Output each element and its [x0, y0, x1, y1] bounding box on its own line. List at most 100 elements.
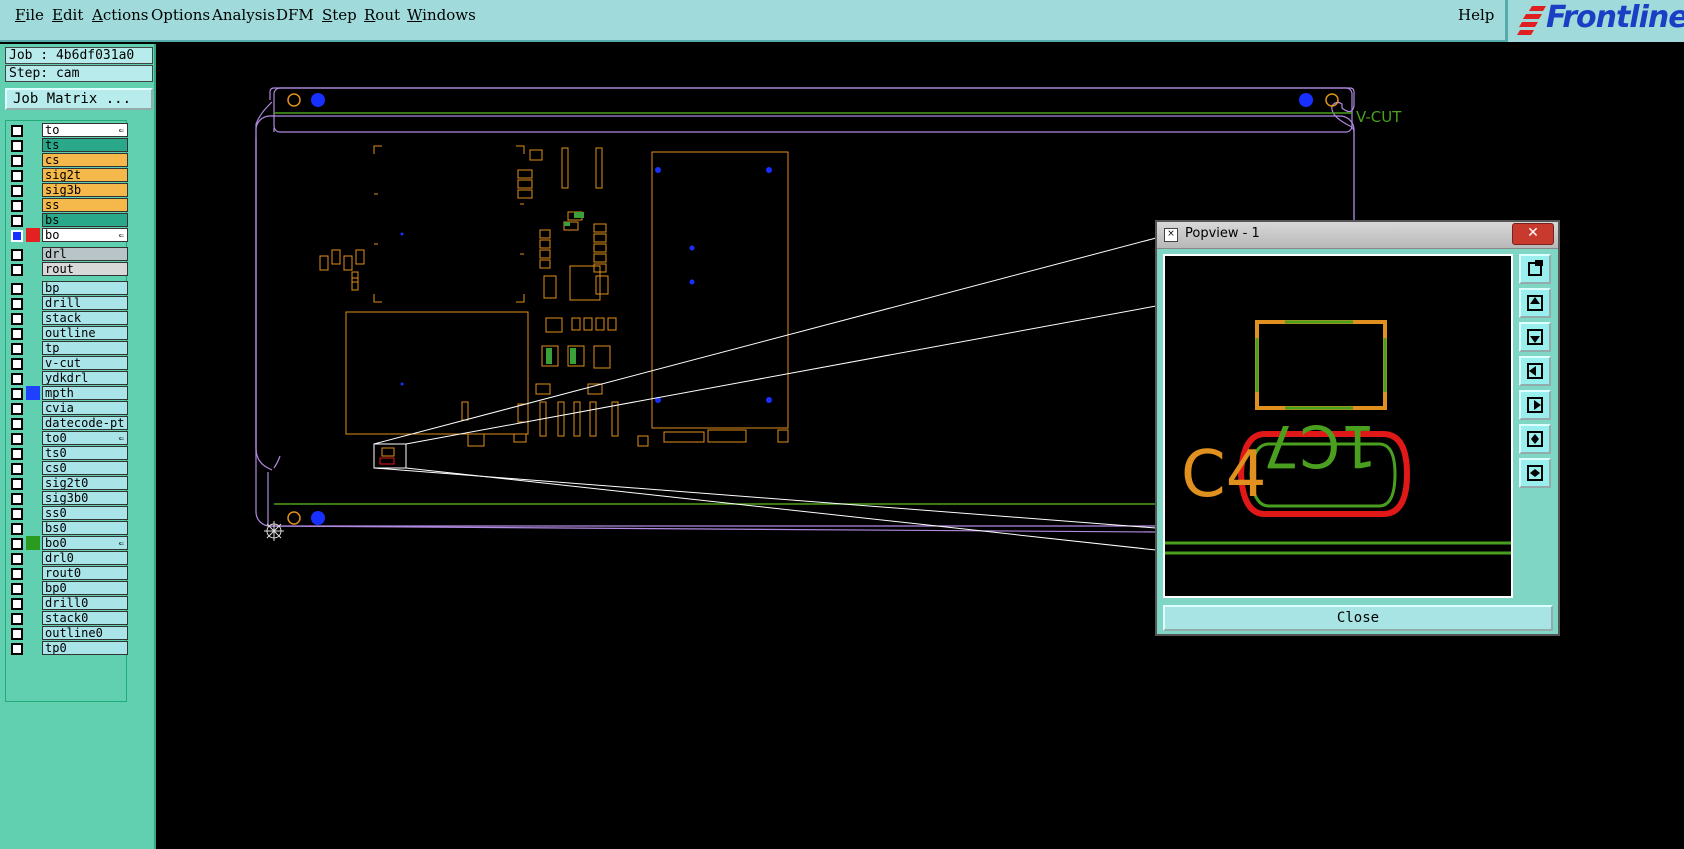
layer-name[interactable]: stack0 [42, 611, 128, 625]
layer-checkbox[interactable] [11, 448, 23, 460]
layer-name[interactable]: drl [42, 247, 128, 261]
pan-left-icon[interactable] [1519, 356, 1551, 386]
layer-checkbox[interactable] [11, 568, 23, 580]
layer-name[interactable]: to ⇐ [42, 123, 128, 137]
menu-analysis[interactable]: Analysis [212, 6, 275, 24]
layer-name[interactable]: drill [42, 296, 128, 310]
layer-row[interactable]: tp [6, 341, 128, 356]
layer-name[interactable]: sig3b0 [42, 491, 128, 505]
layer-row[interactable]: ydkdrl [6, 371, 128, 386]
layer-checkbox[interactable] [11, 403, 23, 415]
layer-color-swatch[interactable] [26, 581, 40, 595]
layer-row[interactable]: sig3b [6, 183, 128, 198]
layer-color-swatch[interactable] [26, 626, 40, 640]
layer-color-swatch[interactable] [26, 596, 40, 610]
close-button[interactable]: Close [1163, 605, 1553, 631]
layer-checkbox[interactable] [11, 613, 23, 625]
layer-checkbox[interactable] [11, 264, 23, 276]
layer-checkbox[interactable] [11, 170, 23, 182]
layer-color-swatch[interactable] [26, 228, 40, 242]
layer-color-swatch[interactable] [26, 296, 40, 310]
layer-checkbox[interactable] [11, 538, 23, 550]
layer-row[interactable]: outline0 [6, 626, 128, 641]
layer-name[interactable]: sig2t0 [42, 476, 128, 490]
layer-row[interactable]: stack0 [6, 611, 128, 626]
layer-name[interactable]: sig2t [42, 168, 128, 182]
layer-color-swatch[interactable] [26, 491, 40, 505]
layer-color-swatch[interactable] [26, 326, 40, 340]
layer-name[interactable]: to0 ⇐ [42, 431, 128, 445]
menu-file[interactable]: File [15, 6, 44, 24]
layer-name[interactable]: tp [42, 341, 128, 355]
layer-checkbox[interactable] [11, 493, 23, 505]
layer-row[interactable]: sig2t0 [6, 476, 128, 491]
layer-row[interactable]: outline [6, 326, 128, 341]
layer-row[interactable]: datecode-pt [6, 416, 128, 431]
layer-color-swatch[interactable] [26, 521, 40, 535]
layer-checkbox[interactable] [11, 598, 23, 610]
zoom-fit-icon[interactable] [1519, 254, 1551, 284]
layer-row[interactable]: bs [6, 213, 128, 228]
layer-row[interactable]: bo ⇐ [6, 228, 128, 243]
layer-checkbox[interactable] [11, 433, 23, 445]
layer-row[interactable]: v-cut [6, 356, 128, 371]
layer-row[interactable]: rout0 [6, 566, 128, 581]
layer-checkbox[interactable] [11, 643, 23, 655]
layer-name[interactable]: bo0 ⇐ [42, 536, 128, 550]
layer-checkbox[interactable] [11, 583, 23, 595]
layer-color-swatch[interactable] [26, 611, 40, 625]
layer-name[interactable]: rout0 [42, 566, 128, 580]
layer-row[interactable]: ss [6, 198, 128, 213]
layer-color-swatch[interactable] [26, 138, 40, 152]
layer-name[interactable]: outline [42, 326, 128, 340]
layer-row[interactable]: bp [6, 281, 128, 296]
layer-name[interactable]: rout [42, 262, 128, 276]
layer-row[interactable]: stack [6, 311, 128, 326]
layer-row[interactable]: bs0 [6, 521, 128, 536]
layer-checkbox[interactable] [11, 230, 23, 242]
menu-windows[interactable]: Windows [407, 6, 476, 24]
layer-name[interactable]: ts [42, 138, 128, 152]
layer-checkbox[interactable] [11, 553, 23, 565]
layer-color-swatch[interactable] [26, 356, 40, 370]
layer-color-swatch[interactable] [26, 476, 40, 490]
layer-color-swatch[interactable] [26, 198, 40, 212]
layer-row[interactable]: drl [6, 247, 128, 262]
layer-checkbox[interactable] [11, 125, 23, 137]
layer-name[interactable]: outline0 [42, 626, 128, 640]
pan-up-icon[interactable] [1519, 288, 1551, 318]
layer-color-swatch[interactable] [26, 431, 40, 445]
layer-color-swatch[interactable] [26, 341, 40, 355]
layer-color-swatch[interactable] [26, 281, 40, 295]
layer-name[interactable]: bp [42, 281, 128, 295]
layer-checkbox[interactable] [11, 388, 23, 400]
menu-step[interactable]: Step [322, 6, 357, 24]
layer-name[interactable]: bs [42, 213, 128, 227]
zoom-in-icon[interactable] [1519, 424, 1551, 454]
layer-row[interactable]: cvia [6, 401, 128, 416]
layer-checkbox[interactable] [11, 298, 23, 310]
layer-row[interactable]: ts0 [6, 446, 128, 461]
layer-row[interactable]: sig3b0 [6, 491, 128, 506]
layer-name[interactable]: bp0 [42, 581, 128, 595]
layer-checkbox[interactable] [11, 215, 23, 227]
layer-name[interactable]: stack [42, 311, 128, 325]
layer-name[interactable]: bs0 [42, 521, 128, 535]
layer-checkbox[interactable] [11, 200, 23, 212]
menu-actions[interactable]: Actions [92, 6, 148, 24]
menu-rout[interactable]: Rout [364, 6, 400, 24]
layer-color-swatch[interactable] [26, 551, 40, 565]
layer-color-swatch[interactable] [26, 386, 40, 400]
layer-checkbox[interactable] [11, 628, 23, 640]
menu-dfm[interactable]: DFM [276, 6, 314, 24]
layer-checkbox[interactable] [11, 508, 23, 520]
layer-checkbox[interactable] [11, 478, 23, 490]
layer-name[interactable]: cvia [42, 401, 128, 415]
popview-zoom-view[interactable]: C4 1C7 [1163, 254, 1513, 598]
layer-color-swatch[interactable] [26, 401, 40, 415]
layer-name[interactable]: sig3b [42, 183, 128, 197]
help-menu[interactable]: Help [1458, 6, 1494, 24]
layer-name[interactable]: tp0 [42, 641, 128, 655]
pan-right-icon[interactable] [1519, 390, 1551, 420]
layer-name[interactable]: v-cut [42, 356, 128, 370]
